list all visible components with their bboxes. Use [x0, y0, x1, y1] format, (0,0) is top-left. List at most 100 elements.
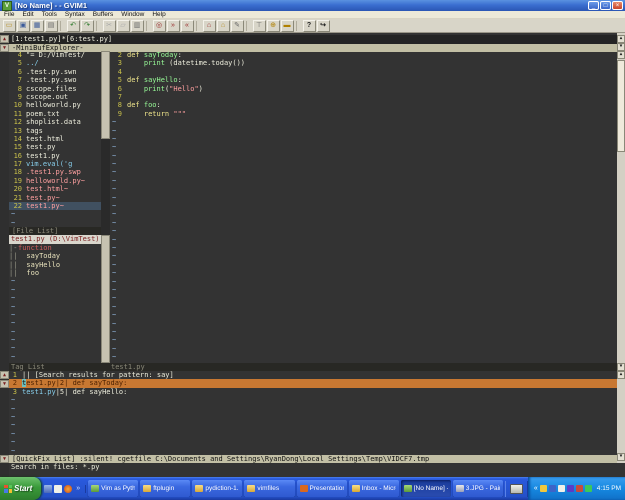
right-scrollbar[interactable]: ▲ ▼ ▲ ▼ ▲ ▼ — [617, 33, 625, 463]
document-icon[interactable] — [54, 485, 62, 493]
explorer-file-row[interactable]: 17vim.eval('g — [9, 160, 101, 168]
explorer-file-row[interactable]: 13tags — [9, 127, 101, 135]
cut-icon[interactable]: ✂ — [103, 20, 116, 32]
undo-icon[interactable]: ↶ — [67, 20, 80, 32]
explorer-file-row[interactable]: 7.test.py.swo — [9, 76, 101, 84]
taglist-row[interactable]: || sayHello — [9, 261, 101, 269]
scroll-up-button[interactable]: ▲ — [0, 35, 9, 43]
restore-button[interactable]: □ — [600, 1, 611, 10]
menu-item[interactable]: Buffers — [89, 11, 117, 19]
explorer-file-row[interactable]: 4"= D:/VimTest/ — [9, 51, 101, 59]
toolbar-button[interactable] — [246, 21, 250, 31]
redo-icon[interactable]: ↷ — [81, 20, 94, 32]
task-inbox[interactable]: Inbox - Micros... — [349, 480, 399, 497]
make-icon[interactable]: ⊤ — [253, 20, 266, 32]
scroll-up-button[interactable]: ▲ — [617, 51, 625, 59]
start-button[interactable]: Start — [0, 477, 41, 500]
open-icon[interactable]: ▭ — [3, 20, 16, 32]
explorer-file-row[interactable]: 22test1.py~ — [9, 202, 101, 210]
shield-icon[interactable] — [585, 485, 592, 492]
explorer-file-row[interactable]: 21test.py~ — [9, 194, 101, 202]
save-icon[interactable]: ▣ — [17, 20, 30, 32]
find-replace-icon[interactable]: ◎ — [153, 20, 166, 32]
printer-icon[interactable] — [510, 484, 523, 494]
explorer-file-row[interactable]: 6.test.py.swn — [9, 68, 101, 76]
task-pydiction[interactable]: pydiction-1.2 — [192, 480, 242, 497]
explorer-file-row[interactable]: 10helloworld.py — [9, 101, 101, 109]
explorer-file-row[interactable]: 5../ — [9, 59, 101, 67]
menu-item[interactable]: Help — [148, 11, 169, 19]
run-ctags-icon[interactable]: ⊕ — [267, 20, 280, 32]
explorer-file-row[interactable]: 8cscope.files — [9, 85, 101, 93]
menu-item[interactable]: Edit — [18, 11, 37, 19]
quickfix-row[interactable]: 3test1.py|5| def sayHello: — [9, 388, 617, 396]
run-script-icon[interactable]: ✎ — [231, 20, 244, 32]
quickfix-row[interactable]: 1|| [Search results for pattern: say] — [9, 371, 617, 379]
scrollbar-thumb[interactable] — [101, 235, 110, 363]
menu-item[interactable]: Window — [117, 11, 148, 19]
save-session-icon[interactable]: ⌂ — [217, 20, 230, 32]
scroll-up-button[interactable]: ▲ — [617, 371, 625, 379]
minimize-button[interactable]: _ — [588, 1, 599, 10]
pane-vertical-scrollbar[interactable] — [101, 51, 110, 363]
task-vim-as-python[interactable]: Vim as Python ... — [88, 480, 138, 497]
explorer-file-row[interactable]: 11poem.txt — [9, 110, 101, 118]
load-session-icon[interactable]: ⌂ — [203, 20, 216, 32]
print-icon[interactable]: ▤ — [45, 20, 58, 32]
chevron-left-icon[interactable]: « — [534, 485, 538, 492]
explorer-file-row[interactable]: 20test.html~ — [9, 185, 101, 193]
find-prev-icon[interactable]: « — [181, 20, 194, 32]
context-help-icon[interactable]: ↪ — [317, 20, 330, 32]
task-vimfiles[interactable]: vimfiles — [244, 480, 294, 497]
task-paint[interactable]: 3.JPG - Paint — [453, 480, 503, 497]
scroll-down-button[interactable]: ▼ — [0, 380, 9, 388]
menu-item[interactable]: File — [0, 11, 18, 19]
scroll-down-button[interactable]: ▼ — [617, 363, 625, 371]
explorer-file-row[interactable]: 15test.py — [9, 143, 101, 151]
toolbar-button[interactable] — [60, 21, 64, 31]
app-tray-icon[interactable] — [567, 485, 574, 492]
taglist-row[interactable]: || foo — [9, 269, 101, 277]
code-line[interactable]: 4 — [110, 68, 617, 76]
browser-icon[interactable] — [64, 485, 72, 493]
taglist-row[interactable]: |-function — [9, 244, 101, 252]
explorer-file-row[interactable]: 14test.html — [9, 135, 101, 143]
quickfix-row[interactable]: 2test1.py|2| def sayToday: — [9, 379, 617, 387]
scroll-down-button[interactable]: ▼ — [617, 453, 625, 461]
paste-icon[interactable]: ▥ — [131, 20, 144, 32]
toolbar-button[interactable] — [296, 21, 300, 31]
task-ftplugin[interactable]: ftplugin — [140, 480, 190, 497]
copy-icon[interactable]: ▱ — [117, 20, 130, 32]
scroll-down-button[interactable]: ▼ — [0, 44, 9, 52]
help-icon[interactable]: ? — [303, 20, 316, 32]
show-desktop-icon[interactable] — [44, 485, 52, 493]
code-line[interactable]: 7 — [110, 93, 617, 101]
save-all-icon[interactable]: ▦ — [31, 20, 44, 32]
scroll-down-button[interactable]: ▼ — [617, 43, 625, 51]
code-line[interactable]: 5def sayHello: — [110, 76, 617, 84]
scrollbar-thumb[interactable] — [617, 60, 625, 152]
taglist-selected-file[interactable]: test1.py (D:\VimTest) — [9, 235, 101, 243]
menu-item[interactable]: Tools — [38, 11, 61, 19]
code-line[interactable]: 9 return """ — [110, 110, 617, 118]
minibufexplorer-buffer-line[interactable]: [1:test1.py]*[6:test.py] — [9, 35, 617, 44]
code-line[interactable]: 3 print (datetime.today()) — [110, 59, 617, 67]
messenger-icon[interactable] — [540, 485, 547, 492]
task-gvim[interactable]: [No Name] - ... — [401, 480, 451, 497]
explorer-file-row[interactable]: 19helloworld.py~ — [9, 177, 101, 185]
title-bar[interactable]: V [No Name] - - GVIM1 _ □ × — [0, 0, 625, 11]
antivirus-icon[interactable] — [576, 485, 583, 492]
tag-jump-icon[interactable]: ▬ — [281, 20, 294, 32]
scrollbar-thumb[interactable] — [101, 51, 110, 139]
explorer-file-row[interactable]: 12shoplist.data — [9, 118, 101, 126]
find-next-icon[interactable]: » — [167, 20, 180, 32]
scroll-up-button[interactable]: ▲ — [617, 35, 625, 43]
toolbar-button[interactable] — [146, 21, 150, 31]
chevron-right-icon[interactable]: » — [74, 485, 82, 492]
task-presentation[interactable]: Presentation - ... — [297, 480, 347, 497]
scroll-down-button[interactable]: ▼ — [0, 455, 9, 463]
explorer-file-row[interactable]: 16test1.py — [9, 152, 101, 160]
menu-item[interactable]: Syntax — [61, 11, 89, 19]
toolbar-button[interactable] — [96, 21, 100, 31]
taglist-row[interactable]: || sayToday — [9, 252, 101, 260]
